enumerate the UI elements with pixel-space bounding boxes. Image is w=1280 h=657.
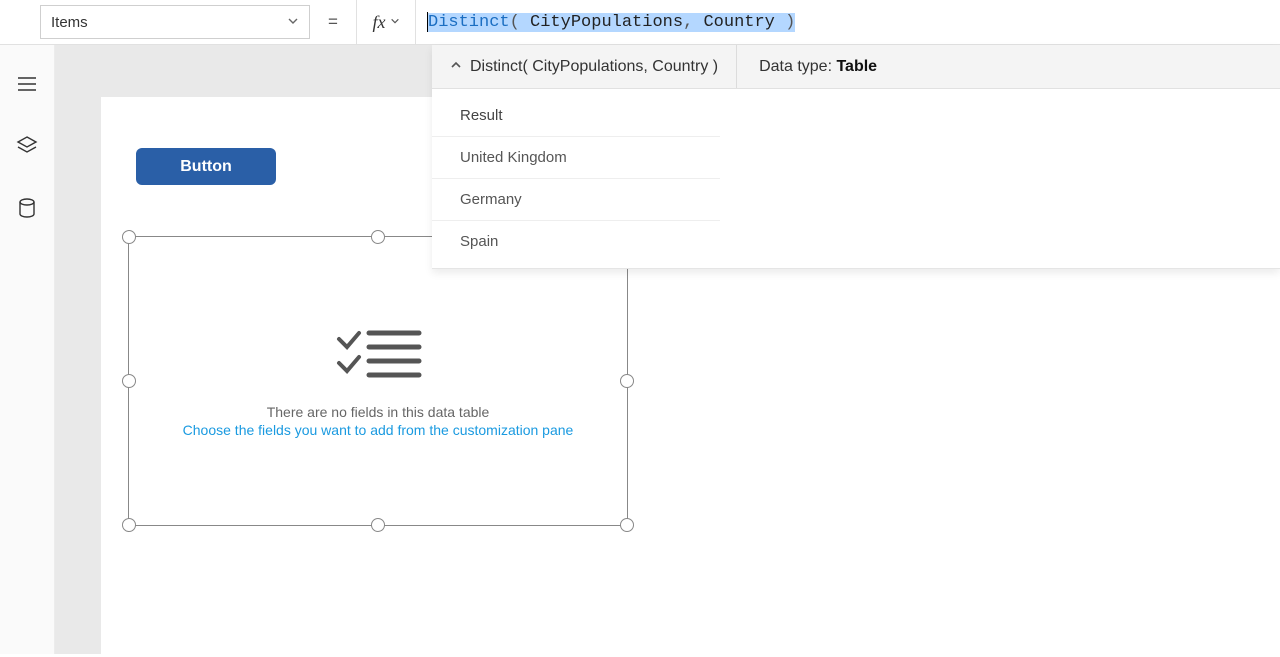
result-column-header: Result [432, 95, 720, 137]
property-dropdown-value: Items [51, 14, 88, 31]
resize-handle[interactable] [371, 230, 385, 244]
canvas-datatable-control[interactable]: There are no fields in this data table C… [128, 236, 628, 526]
resize-handle[interactable] [122, 230, 136, 244]
canvas-button-label: Button [180, 158, 232, 176]
formula-input[interactable]: Distinct( CityPopulations, Country ) [416, 0, 1280, 45]
formula-datatype-value: Table [836, 58, 877, 75]
layers-icon[interactable] [16, 135, 38, 157]
property-dropdown[interactable]: Items [40, 5, 310, 39]
chevron-down-icon [390, 15, 400, 29]
resize-handle[interactable] [620, 518, 634, 532]
result-row[interactable]: Germany [432, 179, 720, 221]
formula-result-body: Result United Kingdom Germany Spain [432, 89, 1280, 268]
fx-button[interactable]: fx [356, 0, 416, 45]
chevron-down-icon [287, 15, 299, 30]
canvas-button-control[interactable]: Button [136, 148, 276, 185]
result-row[interactable]: Spain [432, 221, 720, 262]
resize-handle[interactable] [122, 518, 136, 532]
formula-token-keyword: Distinct [428, 13, 510, 32]
chevron-up-icon[interactable] [450, 58, 462, 76]
checklist-icon [333, 327, 423, 387]
resize-handle[interactable] [371, 518, 385, 532]
formula-result-header: Distinct( CityPopulations, Country ) Dat… [432, 45, 1280, 89]
left-rail [0, 45, 55, 654]
formula-signature[interactable]: Distinct( CityPopulations, Country ) [432, 45, 737, 88]
formula-token-arg2: Country [703, 13, 785, 32]
formula-token-arg1: CityPopulations [530, 13, 683, 32]
data-icon[interactable] [16, 197, 38, 219]
formula-token-close: ) [785, 13, 795, 32]
formula-signature-text: Distinct( CityPopulations, Country ) [470, 58, 718, 76]
formula-bar: Items = fx Distinct( CityPopulations, Co… [0, 0, 1280, 45]
datatable-empty-msg1: There are no fields in this data table [129, 404, 627, 420]
datatable-empty-msg2[interactable]: Choose the fields you want to add from t… [129, 422, 627, 438]
formula-result-panel: Distinct( CityPopulations, Country ) Dat… [432, 45, 1280, 269]
formula-datatype-label: Data type: [759, 58, 836, 75]
formula-token-comma: , [683, 13, 703, 32]
formula-datatype: Data type: Table [737, 58, 899, 76]
result-row[interactable]: United Kingdom [432, 137, 720, 179]
menu-icon[interactable] [16, 73, 38, 95]
datatable-empty-state: There are no fields in this data table C… [129, 327, 627, 438]
formula-token-open: ( [510, 13, 530, 32]
equals-label: = [310, 12, 356, 32]
fx-icon: fx [373, 12, 386, 33]
